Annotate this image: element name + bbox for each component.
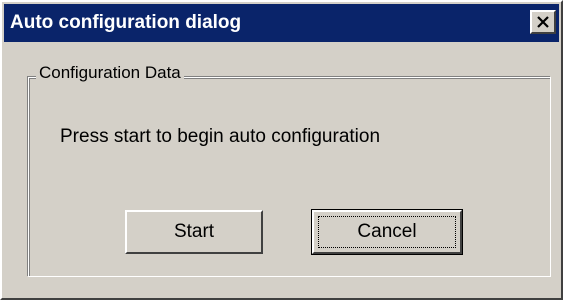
cancel-button-label: Cancel: [357, 221, 417, 242]
start-button[interactable]: Start: [125, 210, 263, 254]
cancel-button[interactable]: Cancel: [311, 209, 463, 255]
close-button[interactable]: [530, 10, 556, 34]
dialog-title: Auto configuration dialog: [10, 12, 242, 33]
title-bar[interactable]: Auto configuration dialog: [4, 4, 559, 42]
group-label: Configuration Data: [36, 63, 184, 83]
auto-configuration-dialog: Auto configuration dialog Configuration …: [0, 0, 563, 300]
instruction-message: Press start to begin auto configuration: [60, 126, 381, 147]
close-icon: [537, 16, 549, 28]
configuration-data-group: [28, 77, 551, 277]
